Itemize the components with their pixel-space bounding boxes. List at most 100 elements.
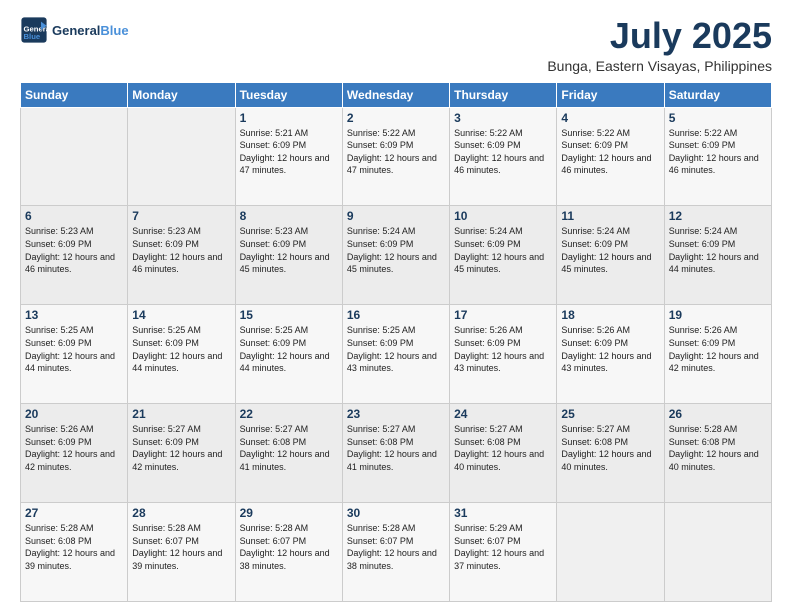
calendar-cell: 14 Sunrise: 5:25 AM Sunset: 6:09 PM Dayli… [128, 305, 235, 404]
day-info: Sunrise: 5:25 AM Sunset: 6:09 PM Dayligh… [25, 324, 123, 374]
calendar-cell: 24 Sunrise: 5:27 AM Sunset: 6:08 PM Dayli… [450, 404, 557, 503]
day-info: Sunrise: 5:22 AM Sunset: 6:09 PM Dayligh… [347, 127, 445, 177]
weekday-header: Saturday [664, 82, 771, 107]
calendar-cell: 20 Sunrise: 5:26 AM Sunset: 6:09 PM Dayli… [21, 404, 128, 503]
calendar-cell [664, 503, 771, 602]
day-number: 21 [132, 407, 230, 421]
day-number: 25 [561, 407, 659, 421]
calendar-cell: 5 Sunrise: 5:22 AM Sunset: 6:09 PM Daylig… [664, 107, 771, 206]
day-number: 10 [454, 209, 552, 223]
day-number: 2 [347, 111, 445, 125]
day-info: Sunrise: 5:24 AM Sunset: 6:09 PM Dayligh… [561, 225, 659, 275]
title-block: July 2025 Bunga, Eastern Visayas, Philip… [547, 16, 772, 74]
day-info: Sunrise: 5:26 AM Sunset: 6:09 PM Dayligh… [561, 324, 659, 374]
calendar-table: SundayMondayTuesdayWednesdayThursdayFrid… [20, 82, 772, 602]
calendar-week-row: 27Sunrise: 5:28 AM Sunset: 6:08 PM Dayli… [21, 503, 772, 602]
day-number: 3 [454, 111, 552, 125]
calendar-cell [21, 107, 128, 206]
day-info: Sunrise: 5:21 AM Sunset: 6:09 PM Dayligh… [240, 127, 338, 177]
weekday-header: Thursday [450, 82, 557, 107]
day-number: 19 [669, 308, 767, 322]
day-number: 26 [669, 407, 767, 421]
calendar-cell: 8 Sunrise: 5:23 AM Sunset: 6:09 PM Daylig… [235, 206, 342, 305]
logo-text: GeneralBlue [52, 23, 129, 38]
day-number: 7 [132, 209, 230, 223]
day-info: Sunrise: 5:24 AM Sunset: 6:09 PM Dayligh… [669, 225, 767, 275]
weekday-header: Monday [128, 82, 235, 107]
calendar-cell: 16Sunrise: 5:25 AM Sunset: 6:09 PM Dayli… [342, 305, 449, 404]
day-info: Sunrise: 5:22 AM Sunset: 6:09 PM Dayligh… [669, 127, 767, 177]
calendar-cell [557, 503, 664, 602]
calendar-cell: 28Sunrise: 5:28 AM Sunset: 6:07 PM Dayli… [128, 503, 235, 602]
day-info: Sunrise: 5:29 AM Sunset: 6:07 PM Dayligh… [454, 522, 552, 572]
calendar-cell: 22Sunrise: 5:27 AM Sunset: 6:08 PM Dayli… [235, 404, 342, 503]
calendar-cell: 27Sunrise: 5:28 AM Sunset: 6:08 PM Dayli… [21, 503, 128, 602]
day-number: 9 [347, 209, 445, 223]
weekday-header: Sunday [21, 82, 128, 107]
logo: General Blue GeneralBlue [20, 16, 129, 44]
calendar-cell: 18Sunrise: 5:26 AM Sunset: 6:09 PM Dayli… [557, 305, 664, 404]
day-info: Sunrise: 5:28 AM Sunset: 6:07 PM Dayligh… [347, 522, 445, 572]
weekday-header: Wednesday [342, 82, 449, 107]
calendar-cell: 1Sunrise: 5:21 AM Sunset: 6:09 PM Daylig… [235, 107, 342, 206]
calendar-cell: 15Sunrise: 5:25 AM Sunset: 6:09 PM Dayli… [235, 305, 342, 404]
weekday-header: Tuesday [235, 82, 342, 107]
day-number: 24 [454, 407, 552, 421]
calendar-week-row: 20 Sunrise: 5:26 AM Sunset: 6:09 PM Dayli… [21, 404, 772, 503]
calendar-cell: 26 Sunrise: 5:28 AM Sunset: 6:08 PM Dayli… [664, 404, 771, 503]
calendar-cell [128, 107, 235, 206]
svg-text:Blue: Blue [24, 32, 41, 41]
day-number: 30 [347, 506, 445, 520]
day-info: Sunrise: 5:26 AM Sunset: 6:09 PM Dayligh… [669, 324, 767, 374]
main-title: July 2025 [547, 16, 772, 56]
calendar-cell: 30 Sunrise: 5:28 AM Sunset: 6:07 PM Dayli… [342, 503, 449, 602]
day-number: 11 [561, 209, 659, 223]
day-info: Sunrise: 5:27 AM Sunset: 6:09 PM Dayligh… [132, 423, 230, 473]
weekday-header: Friday [557, 82, 664, 107]
day-info: Sunrise: 5:27 AM Sunset: 6:08 PM Dayligh… [454, 423, 552, 473]
day-number: 16 [347, 308, 445, 322]
day-number: 8 [240, 209, 338, 223]
calendar-cell: 21 Sunrise: 5:27 AM Sunset: 6:09 PM Dayli… [128, 404, 235, 503]
day-number: 4 [561, 111, 659, 125]
subtitle: Bunga, Eastern Visayas, Philippines [547, 58, 772, 74]
calendar-cell: 3 Sunrise: 5:22 AM Sunset: 6:09 PM Daylig… [450, 107, 557, 206]
day-info: Sunrise: 5:28 AM Sunset: 6:08 PM Dayligh… [25, 522, 123, 572]
day-info: Sunrise: 5:25 AM Sunset: 6:09 PM Dayligh… [132, 324, 230, 374]
calendar-cell: 25 Sunrise: 5:27 AM Sunset: 6:08 PM Dayli… [557, 404, 664, 503]
calendar-week-row: 1Sunrise: 5:21 AM Sunset: 6:09 PM Daylig… [21, 107, 772, 206]
day-info: Sunrise: 5:23 AM Sunset: 6:09 PM Dayligh… [25, 225, 123, 275]
header: General Blue GeneralBlue July 2025 Bunga… [20, 16, 772, 74]
calendar-cell: 4 Sunrise: 5:22 AM Sunset: 6:09 PM Daylig… [557, 107, 664, 206]
calendar-cell: 19 Sunrise: 5:26 AM Sunset: 6:09 PM Dayli… [664, 305, 771, 404]
logo-icon: General Blue [20, 16, 48, 44]
day-info: Sunrise: 5:26 AM Sunset: 6:09 PM Dayligh… [25, 423, 123, 473]
day-number: 28 [132, 506, 230, 520]
day-info: Sunrise: 5:26 AM Sunset: 6:09 PM Dayligh… [454, 324, 552, 374]
day-number: 29 [240, 506, 338, 520]
day-number: 23 [347, 407, 445, 421]
day-info: Sunrise: 5:22 AM Sunset: 6:09 PM Dayligh… [561, 127, 659, 177]
day-number: 20 [25, 407, 123, 421]
day-number: 6 [25, 209, 123, 223]
day-number: 5 [669, 111, 767, 125]
day-info: Sunrise: 5:22 AM Sunset: 6:09 PM Dayligh… [454, 127, 552, 177]
day-number: 15 [240, 308, 338, 322]
calendar-cell: 17 Sunrise: 5:26 AM Sunset: 6:09 PM Dayli… [450, 305, 557, 404]
day-info: Sunrise: 5:23 AM Sunset: 6:09 PM Dayligh… [132, 225, 230, 275]
calendar-week-row: 6 Sunrise: 5:23 AM Sunset: 6:09 PM Daylig… [21, 206, 772, 305]
day-info: Sunrise: 5:27 AM Sunset: 6:08 PM Dayligh… [561, 423, 659, 473]
calendar-cell: 9 Sunrise: 5:24 AM Sunset: 6:09 PM Daylig… [342, 206, 449, 305]
calendar-cell: 13Sunrise: 5:25 AM Sunset: 6:09 PM Dayli… [21, 305, 128, 404]
day-info: Sunrise: 5:24 AM Sunset: 6:09 PM Dayligh… [347, 225, 445, 275]
calendar-cell: 29Sunrise: 5:28 AM Sunset: 6:07 PM Dayli… [235, 503, 342, 602]
day-info: Sunrise: 5:28 AM Sunset: 6:08 PM Dayligh… [669, 423, 767, 473]
day-info: Sunrise: 5:24 AM Sunset: 6:09 PM Dayligh… [454, 225, 552, 275]
day-number: 17 [454, 308, 552, 322]
day-info: Sunrise: 5:23 AM Sunset: 6:09 PM Dayligh… [240, 225, 338, 275]
day-number: 14 [132, 308, 230, 322]
calendar-cell: 23Sunrise: 5:27 AM Sunset: 6:08 PM Dayli… [342, 404, 449, 503]
day-number: 12 [669, 209, 767, 223]
day-info: Sunrise: 5:27 AM Sunset: 6:08 PM Dayligh… [240, 423, 338, 473]
calendar-cell: 2 Sunrise: 5:22 AM Sunset: 6:09 PM Daylig… [342, 107, 449, 206]
